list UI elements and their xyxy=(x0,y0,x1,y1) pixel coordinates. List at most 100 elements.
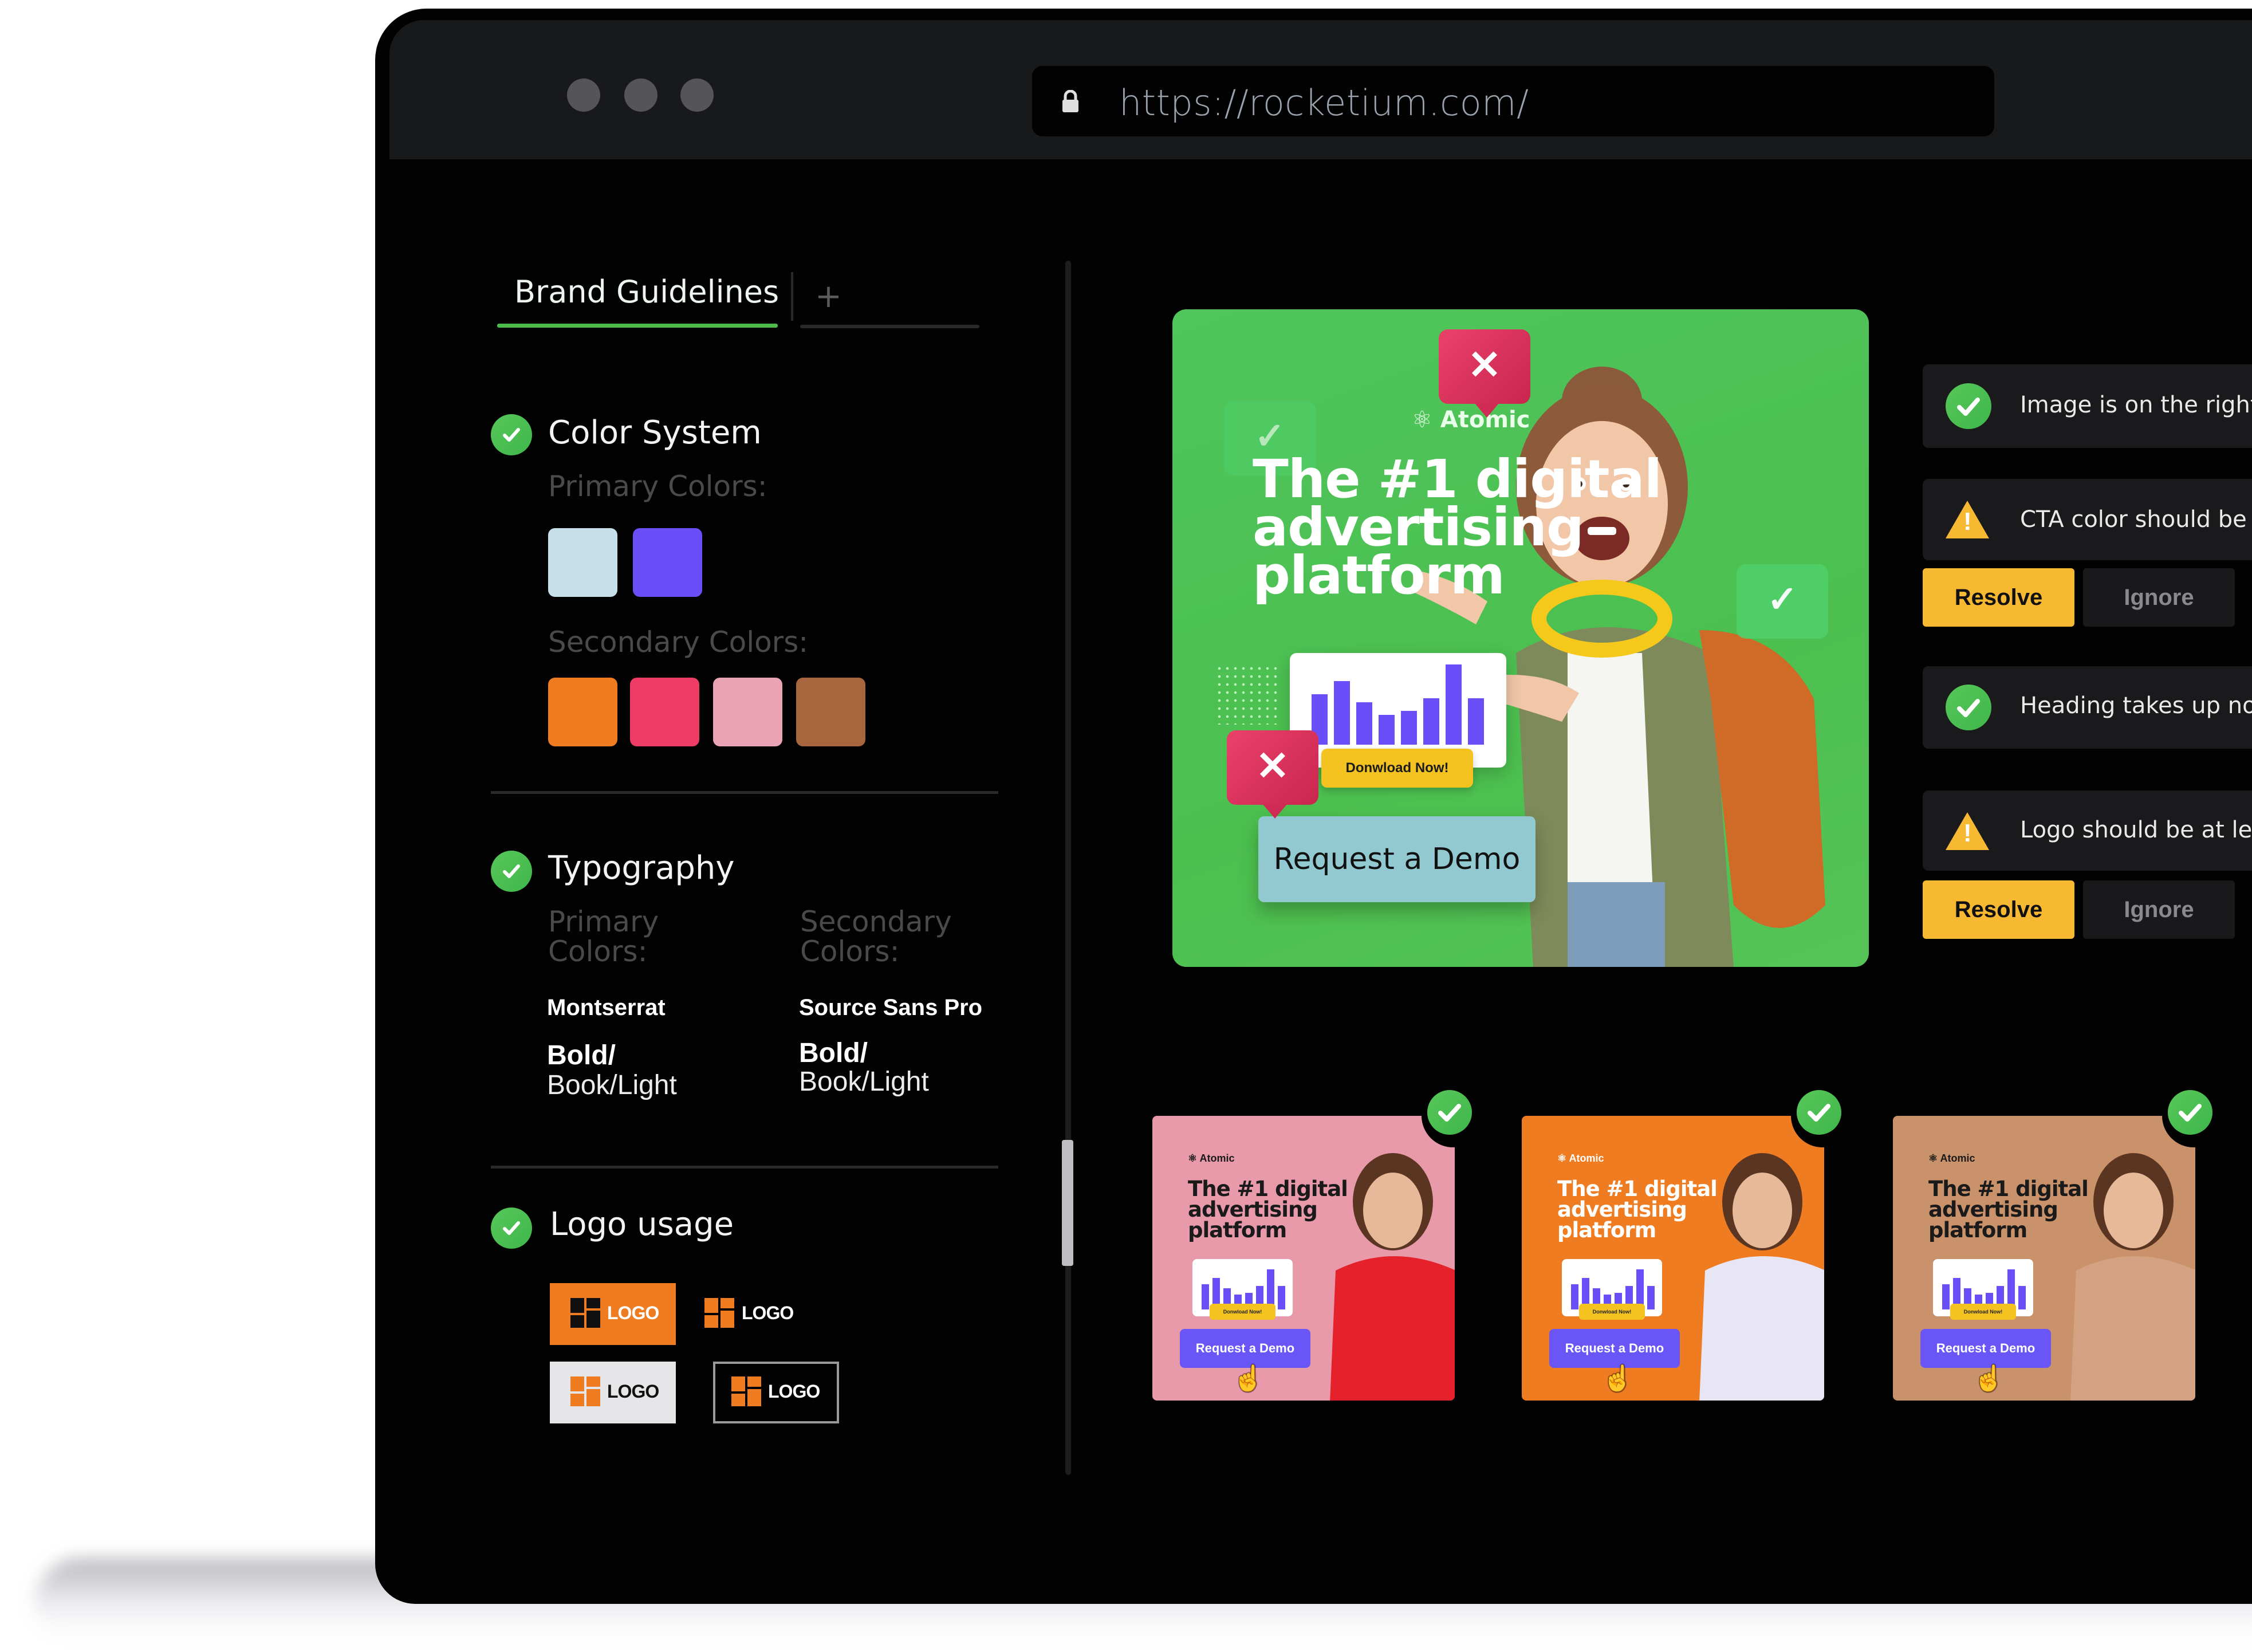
panel-divider xyxy=(1065,261,1071,1475)
logo-variant-bordered[interactable]: LOGO xyxy=(713,1362,839,1423)
headline-line: platform xyxy=(1928,1218,2027,1242)
headline-line: The #1 digital xyxy=(1557,1177,1718,1201)
variant-passed-check-icon xyxy=(2168,1090,2212,1135)
chart-bar xyxy=(1942,1284,1950,1309)
tab-underline-inactive xyxy=(800,325,979,328)
ignore-button[interactable]: Ignore xyxy=(2083,568,2235,627)
ad-headline: The #1 digital advertising platform xyxy=(1253,453,1662,606)
logo-text: LOGO xyxy=(768,1381,820,1402)
annotation-error-logo[interactable]: ✕ xyxy=(1439,329,1530,418)
chart-bar xyxy=(1423,698,1439,745)
variant-passed-check-icon xyxy=(1797,1090,1841,1135)
thumb-brand: ⚛ Atomic xyxy=(1557,1153,1604,1164)
check-text: Image is on the right xyxy=(2020,392,2252,418)
secondary-color-swatch[interactable] xyxy=(548,678,617,746)
logo-mark-icon xyxy=(731,1376,763,1409)
secondary-font-name: Source Sans Pro xyxy=(799,995,983,1020)
thumb-brand: ⚛ Atomic xyxy=(1188,1153,1235,1164)
secondary-color-swatch[interactable] xyxy=(713,678,782,746)
check-text: Logo should be at le xyxy=(2020,817,2252,843)
logo-mark-icon xyxy=(570,1376,603,1409)
section-title-logo-usage: Logo usage xyxy=(550,1206,734,1243)
chart-bar xyxy=(2018,1286,2026,1309)
hand-cursor-icon: ☝ xyxy=(1233,1364,1264,1393)
ad-brand-logo: ⚛ Atomic xyxy=(1412,407,1530,433)
secondary-colors-label: Secondary Colors: xyxy=(548,626,809,659)
tab-separator xyxy=(791,272,793,321)
ad-request-demo-button[interactable]: Request a Demo xyxy=(1258,816,1536,902)
resolve-button[interactable]: Resolve xyxy=(1923,568,2074,627)
annotation-ok-image[interactable]: ✓ xyxy=(1737,564,1828,639)
section-title-color-system: Color System xyxy=(548,414,762,451)
variant-passed-check-icon xyxy=(1427,1090,1472,1135)
thumb-headline: The #1 digital advertising platform xyxy=(1557,1177,1718,1241)
thumb-cta-button[interactable]: Request a Demo xyxy=(1180,1329,1310,1368)
headline-line: advertising xyxy=(1928,1197,2058,1222)
chart-bar xyxy=(1468,698,1484,745)
chart-bar xyxy=(1401,711,1417,745)
resolve-button[interactable]: Resolve xyxy=(1923,880,2074,939)
headline-line: advertising xyxy=(1188,1197,1318,1222)
add-tab-button[interactable]: + xyxy=(815,278,842,315)
chart-bar xyxy=(1379,715,1395,745)
secondary-fonts-label: Secondary Colors: xyxy=(800,905,952,968)
thumb-download-button[interactable]: Donwload Now! xyxy=(1579,1304,1645,1320)
primary-font-weight-light: Book/Light xyxy=(547,1070,677,1100)
window-control-minimize[interactable] xyxy=(624,78,658,112)
check-icon xyxy=(491,851,532,892)
chart-bar xyxy=(1202,1284,1209,1309)
check-item[interactable]: Image is on the right xyxy=(1923,364,2252,448)
check-item[interactable]: ! Logo should be at le xyxy=(1923,790,2252,871)
headline-line: platform xyxy=(1253,545,1505,606)
secondary-color-swatch[interactable] xyxy=(796,678,865,746)
chart-bar xyxy=(1278,1286,1285,1309)
annotation-error-cta[interactable]: ✕ xyxy=(1227,730,1318,819)
check-passed-icon xyxy=(1946,685,1991,730)
primary-color-swatch[interactable] xyxy=(548,528,617,597)
section-title-typography: Typography xyxy=(548,849,735,887)
check-icon xyxy=(491,414,532,455)
chart-bar xyxy=(1647,1286,1655,1309)
check-item[interactable]: ! CTA color should be xyxy=(1923,479,2252,560)
address-bar[interactable]: https://rocketium.com/ xyxy=(1032,66,1994,136)
check-item[interactable]: Heading takes up no xyxy=(1923,666,2252,749)
secondary-font-weight-light: Book/Light xyxy=(799,1067,929,1097)
thumb-cta-button[interactable]: Request a Demo xyxy=(1920,1329,2051,1368)
primary-fonts-label: Primary Colors: xyxy=(548,905,659,968)
main-ad-creative[interactable]: ✓ ⚛ Atomic The #1 digital advertising pl… xyxy=(1172,309,1869,967)
section-divider xyxy=(491,791,998,794)
browser-window: https://rocketium.com/ Brand Guidelines … xyxy=(375,9,2252,1604)
section-divider xyxy=(491,1166,998,1169)
window-control-close[interactable] xyxy=(567,78,600,112)
thumb-download-button[interactable]: Donwload Now! xyxy=(1950,1304,2016,1320)
scrollbar-thumb[interactable] xyxy=(1062,1140,1073,1266)
thumb-brand-name: Atomic xyxy=(1569,1153,1604,1164)
hand-cursor-icon: ☝ xyxy=(1602,1364,1633,1393)
secondary-color-swatch[interactable] xyxy=(630,678,699,746)
logo-text: LOGO xyxy=(607,1381,659,1402)
tab-brand-guidelines[interactable]: Brand Guidelines xyxy=(514,274,779,310)
primary-color-swatch[interactable] xyxy=(633,528,702,597)
ad-download-button[interactable]: Donwload Now! xyxy=(1321,749,1473,788)
variant-thumbnail[interactable]: ⚛ Atomic The #1 digital advertising platfo… xyxy=(1152,1116,1455,1401)
window-control-maximize[interactable] xyxy=(680,78,714,112)
check-icon xyxy=(491,1207,532,1249)
logo-mark-icon xyxy=(570,1298,603,1330)
headline-line: advertising xyxy=(1557,1197,1687,1222)
logo-variant-dark[interactable]: LOGO xyxy=(627,1283,794,1345)
atom-icon: ⚛ xyxy=(1412,407,1432,433)
thumb-download-button[interactable]: Donwload Now! xyxy=(1210,1304,1275,1320)
url-text[interactable]: https://rocketium.com/ xyxy=(1119,82,1529,124)
primary-font-name: Montserrat xyxy=(547,995,666,1020)
variant-thumbnail[interactable]: ⚛ Atomic The #1 digital advertising platfo… xyxy=(1893,1116,2195,1401)
warning-exclamation: ! xyxy=(1963,819,1972,847)
thumb-brand-name: Atomic xyxy=(1940,1153,1975,1164)
decorative-dots xyxy=(1215,664,1278,725)
thumb-cta-button[interactable]: Request a Demo xyxy=(1549,1329,1680,1368)
ignore-button[interactable]: Ignore xyxy=(2083,880,2235,939)
variant-thumbnail[interactable]: ⚛ Atomic The #1 digital advertising platfo… xyxy=(1522,1116,1824,1401)
thumb-headline: The #1 digital advertising platform xyxy=(1188,1178,1348,1241)
chart-bar xyxy=(1446,664,1462,745)
logo-text: LOGO xyxy=(742,1303,794,1323)
logo-variant-light[interactable]: LOGO xyxy=(550,1362,676,1423)
